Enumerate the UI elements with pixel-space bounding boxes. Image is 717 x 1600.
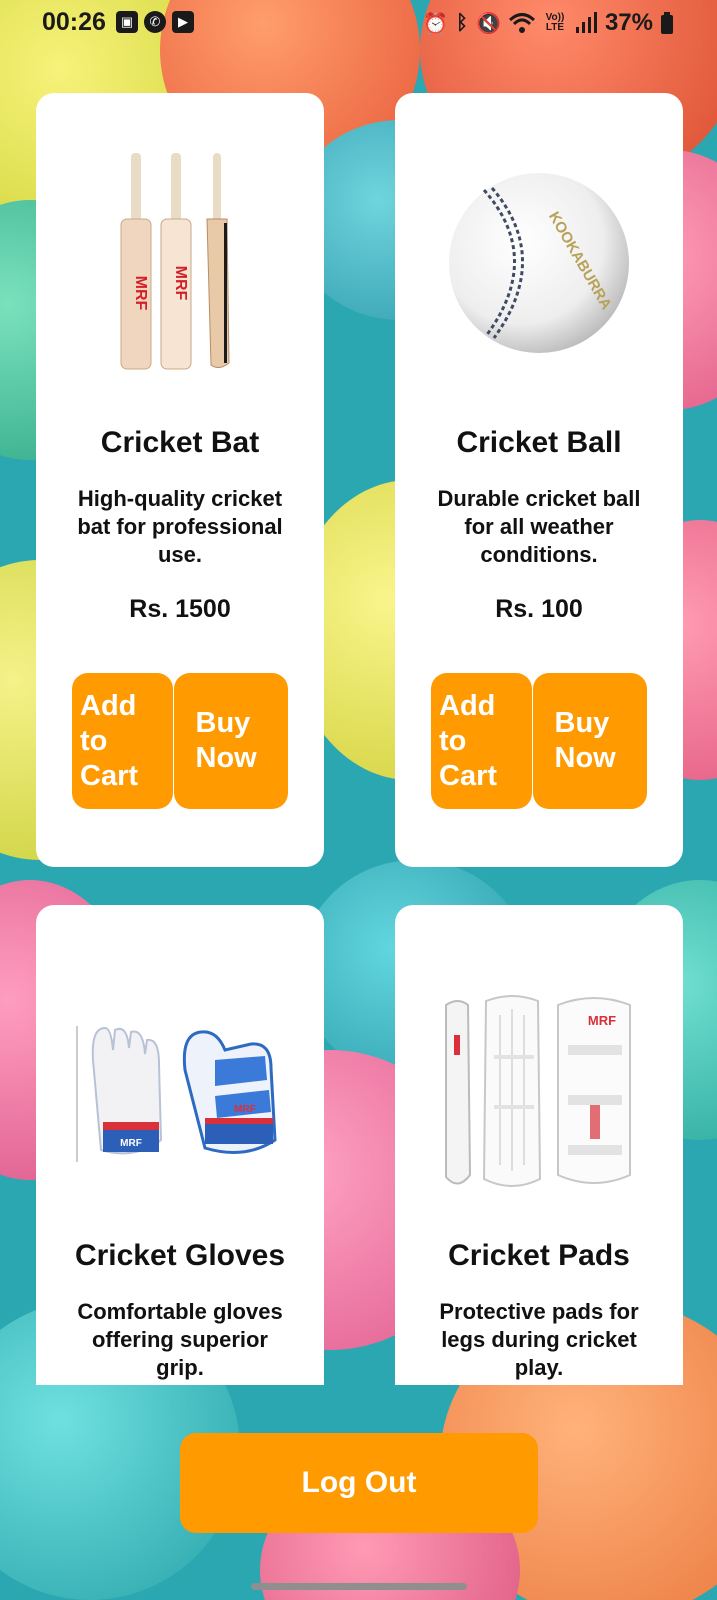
svg-text:MRF: MRF [172,266,189,301]
pads-brand-text: MRF [588,1013,616,1028]
volte-icon: Vo)) LTE [545,12,565,33]
product-price: Rs. 100 [495,595,583,623]
cricket-bat-image: MRF MRF [70,143,290,383]
product-card: MRF Cricket Pads Protective pads for leg… [395,905,683,1385]
product-actions: Add to Cart Buy Now [72,673,288,809]
notification-icons: ▣ ✆ ▶ [116,11,194,33]
product-price: Rs. 1500 [129,595,231,623]
gallery-icon: ▣ [116,11,138,33]
product-title: Cricket Bat [100,426,260,459]
bluetooth-icon: ᛒ [456,11,469,34]
whatsapp-icon: ✆ [144,11,166,33]
bat-brand-text: MRF [132,276,149,311]
status-time: 00:26 [42,8,106,36]
product-card: MRF MRF Cricket Gloves Comfortable glove… [36,905,324,1385]
glove-brand-text: MRF [120,1138,142,1149]
home-indicator[interactable] [251,1583,467,1590]
cricket-gloves-image: MRF MRF [70,975,290,1215]
battery-icon [661,12,673,34]
cricket-ball-image: KOOKABURRA [429,143,649,383]
signal-icon [575,12,597,33]
product-description: Durable cricket ball for all weather con… [437,486,641,567]
buy-now-button[interactable]: Buy Now [173,673,288,809]
system-icons: ⏰ ᛒ 🔇 Vo)) LTE 37% [423,9,673,37]
product-card: KOOKABURRA Cricket Ball Durable cricket … [395,93,683,867]
add-to-cart-button[interactable]: Add to Cart [431,673,532,809]
product-description: Protective pads for legs during cricket … [439,1299,639,1380]
mute-icon: 🔇 [476,12,501,35]
svg-text:MRF: MRF [234,1104,256,1115]
product-grid[interactable]: MRF MRF Cricket Bat High-quality cricket… [0,93,717,1385]
battery-percent: 37% [604,9,653,36]
product-description: High-quality cricket bat for professiona… [77,486,283,567]
product-title: Cricket Ball [456,426,622,459]
add-to-cart-button[interactable]: Add to Cart [72,673,173,809]
product-description: Comfortable gloves offering superior gri… [77,1299,283,1380]
product-title: Cricket Pads [448,1239,630,1272]
status-bar: 00:26 ▣ ✆ ▶ ⏰ ᛒ 🔇 Vo)) LTE 37% [0,0,717,48]
cricket-pads-image: MRF [429,975,649,1215]
product-title: Cricket Gloves [74,1239,286,1272]
logout-button[interactable]: Log Out [180,1433,538,1533]
alarm-icon: ⏰ [423,12,449,35]
wifi-icon [508,13,535,33]
product-actions: Add to Cart Buy Now [431,673,647,809]
product-card: MRF MRF Cricket Bat High-quality cricket… [36,93,324,867]
buy-now-button[interactable]: Buy Now [532,673,647,809]
youtube-icon: ▶ [172,11,194,33]
